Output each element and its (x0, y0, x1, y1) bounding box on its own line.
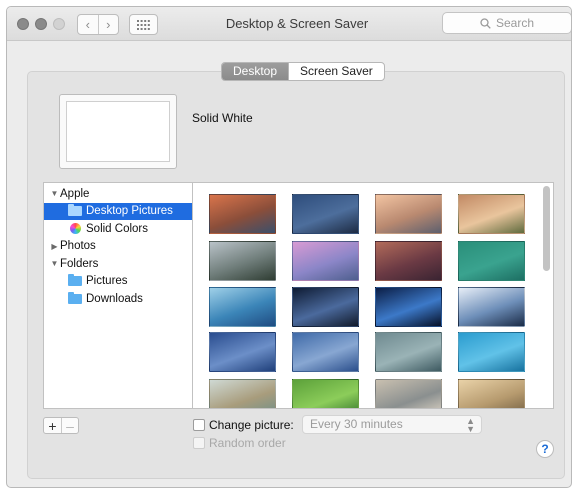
folder-icon (68, 291, 82, 304)
sidebar-item-label: Photos (60, 240, 96, 253)
sidebar-item-solid-colors[interactable]: Solid Colors (44, 220, 192, 238)
wallpaper-thumbnail-yosemite-5[interactable] (375, 241, 442, 281)
chevron-left-icon[interactable]: ‹ (78, 15, 98, 34)
wallpaper-thumbnail-yosemite-3[interactable] (209, 241, 276, 281)
sidebar-item-label: Folders (60, 257, 99, 270)
wallpaper-thumbnail-water-ripples[interactable] (458, 332, 525, 372)
sidebar-item-pictures[interactable]: Pictures (44, 273, 192, 291)
sidebar-item-label: Solid Colors (86, 222, 148, 235)
interval-select[interactable]: Every 30 minutes ▲ ▼ (302, 415, 482, 434)
random-order-checkbox[interactable] (193, 437, 205, 449)
wallpaper-thumbnail-fields[interactable] (292, 379, 359, 408)
preferences-window: ‹ › Desktop & Screen Saver Search Deskto… (6, 6, 572, 488)
wallpaper-thumbnail-forest-fog[interactable] (458, 379, 525, 408)
wallpaper-thumbnail-galaxy[interactable] (292, 287, 359, 327)
change-picture-checkbox[interactable] (193, 419, 205, 431)
sidebar-item-folders[interactable]: ▼ Folders (44, 255, 192, 273)
wallpaper-thumbnail-yosemite-4[interactable] (292, 241, 359, 281)
folder-icon (68, 204, 82, 217)
disclosure-triangle-icon[interactable]: ▶ (50, 242, 59, 251)
picture-grid (192, 182, 554, 409)
disclosure-triangle-icon[interactable]: ▼ (50, 189, 59, 198)
nav-buttons: ‹ › (77, 14, 119, 35)
sidebar-item-label: Desktop Pictures (86, 205, 173, 218)
wallpaper-thumbnail-yosemite[interactable] (375, 194, 442, 234)
random-order-label: Random order (209, 436, 286, 450)
sidebar-item-desktop-pictures[interactable]: Desktop Pictures (44, 202, 192, 220)
desktop-preview (59, 94, 177, 169)
wallpaper-thumbnail-moon-sky[interactable] (292, 332, 359, 372)
disclosure-triangle-icon[interactable]: ▼ (50, 259, 59, 268)
help-button[interactable]: ? (536, 440, 554, 458)
wallpaper-thumbnail-earth-horizon[interactable] (375, 287, 442, 327)
interval-value: Every 30 minutes (310, 417, 403, 431)
change-picture-label: Change picture: (209, 418, 294, 432)
chevron-right-icon[interactable]: › (97, 15, 119, 34)
sidebar-item-label: Pictures (86, 275, 128, 288)
tab-screen-saver[interactable]: Screen Saver (288, 63, 384, 80)
search-placeholder: Search (495, 16, 535, 30)
add-folder-button[interactable]: + (44, 418, 61, 433)
stepper-arrows-icon: ▲ ▼ (466, 416, 475, 434)
wallpaper-thumbnail-el-capitan-2[interactable] (292, 194, 359, 234)
tab-bar: Desktop Screen Saver (221, 62, 385, 81)
sidebar-item-photos[interactable]: ▶ Photos (44, 238, 192, 256)
window-title: Desktop & Screen Saver (225, 16, 369, 31)
search-icon (480, 17, 491, 29)
wallpaper-thumbnail-mavericks[interactable] (458, 241, 525, 281)
color-wheel-icon (70, 223, 81, 235)
wallpaper-thumbnail-abstract-sand[interactable] (375, 379, 442, 408)
sidebar-item-label: Apple (60, 187, 90, 200)
close-window-button[interactable] (17, 18, 29, 30)
tab-desktop[interactable]: Desktop (222, 63, 289, 80)
title-bar: ‹ › Desktop & Screen Saver Search (7, 7, 571, 41)
wallpaper-thumbnail-el-capitan[interactable] (209, 194, 276, 234)
preview-image (66, 101, 170, 162)
sidebar-item-apple[interactable]: ▼ Apple (44, 185, 192, 203)
sidebar-item-downloads[interactable]: Downloads (44, 290, 192, 308)
source-list: ▼ Apple Desktop Pictures Solid Colors ▶ Photo… (43, 182, 192, 409)
minimize-window-button[interactable] (35, 18, 47, 30)
folder-icon (68, 274, 82, 287)
zoom-window-button[interactable] (53, 18, 65, 30)
wallpaper-thumbnail-blue-sky[interactable] (209, 332, 276, 372)
show-all-button[interactable] (129, 14, 158, 35)
add-remove-buttons: + – (43, 417, 79, 434)
remove-folder-button[interactable]: – (61, 418, 78, 433)
sidebar-item-label: Downloads (86, 292, 143, 305)
wallpaper-thumbnail-yosemite-2[interactable] (458, 194, 525, 234)
wallpaper-thumbnail-beach[interactable] (209, 379, 276, 408)
wallpaper-thumbnail-lion[interactable] (458, 287, 525, 327)
current-picture-name: Solid White (192, 111, 253, 125)
grid-scrollbar[interactable] (543, 186, 550, 271)
wallpaper-thumbnail-ocean-waves[interactable] (375, 332, 442, 372)
grid-icon (137, 19, 150, 30)
search-field[interactable]: Search (442, 12, 571, 34)
wallpaper-thumbnail-wave[interactable] (209, 287, 276, 327)
